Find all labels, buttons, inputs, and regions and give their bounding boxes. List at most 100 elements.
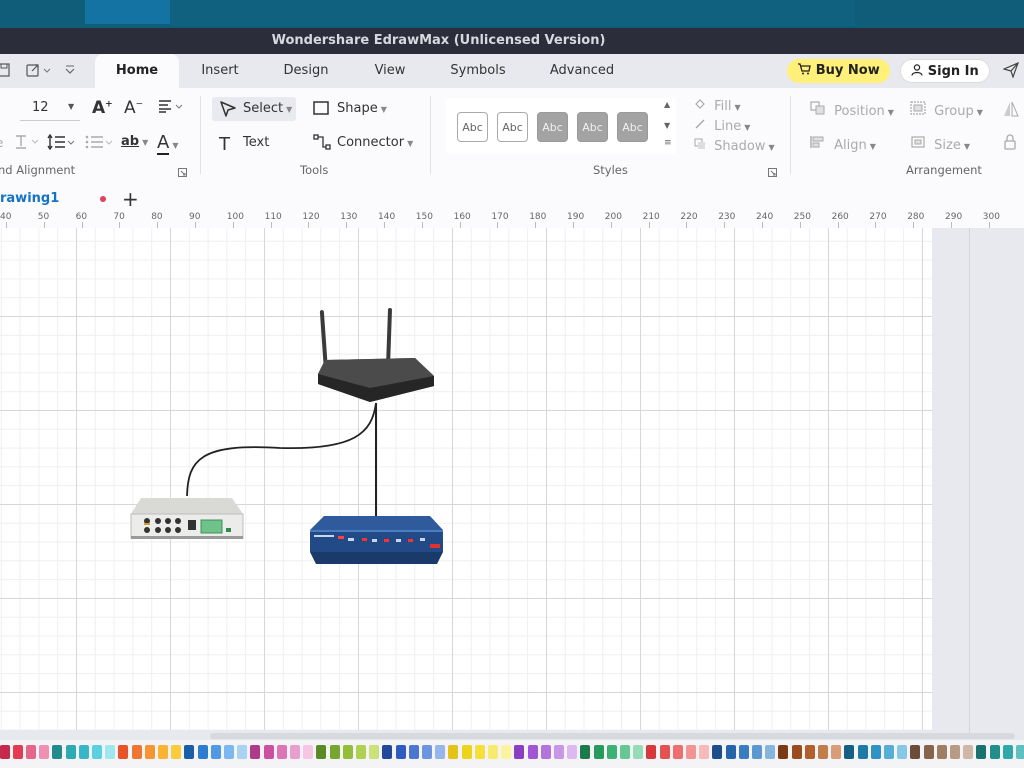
group-button[interactable]: Group ▼ [910, 101, 983, 119]
buy-now-button[interactable]: Buy Now [787, 59, 890, 83]
gallery-scroll-up-icon[interactable]: ▲ [664, 100, 670, 109]
style-sample[interactable]: Abc [537, 112, 568, 142]
shadow-button[interactable]: Shadow ▼ [694, 138, 775, 154]
color-swatch[interactable] [910, 745, 920, 759]
increase-font-icon[interactable]: A+ [92, 98, 113, 118]
color-swatch[interactable] [422, 745, 432, 759]
color-swatch[interactable] [13, 745, 23, 759]
send-icon[interactable] [1002, 61, 1020, 82]
color-swatch[interactable] [224, 745, 234, 759]
color-swatch[interactable] [871, 745, 881, 759]
color-swatch[interactable] [818, 745, 828, 759]
color-swatch[interactable] [198, 745, 208, 759]
style-sample[interactable]: Abc [497, 112, 528, 142]
color-swatch[interactable] [937, 745, 947, 759]
gallery-expand-icon[interactable]: ≡ [664, 138, 672, 148]
color-swatch[interactable] [237, 745, 247, 759]
color-swatch[interactable] [211, 745, 221, 759]
export-icon[interactable] [26, 63, 52, 81]
horizontal-scrollbar[interactable] [210, 733, 1015, 739]
color-swatch[interactable] [39, 745, 49, 759]
color-swatch[interactable] [356, 745, 366, 759]
tab-symbols[interactable]: Symbols [443, 54, 513, 88]
style-sample[interactable]: Abc [577, 112, 608, 142]
expand-styles-dialog-icon[interactable] [768, 166, 777, 181]
color-swatch[interactable] [924, 745, 934, 759]
color-swatch[interactable] [805, 745, 815, 759]
color-swatch[interactable] [514, 745, 524, 759]
color-swatch[interactable] [950, 745, 960, 759]
color-swatch[interactable] [382, 745, 392, 759]
color-swatch[interactable] [52, 745, 62, 759]
color-swatch[interactable] [475, 745, 485, 759]
color-swatch[interactable] [712, 745, 722, 759]
color-swatch[interactable] [673, 745, 683, 759]
color-swatch[interactable] [858, 745, 868, 759]
tab-home[interactable]: Home [95, 54, 179, 88]
canvas-area[interactable] [0, 228, 1024, 736]
color-swatch[interactable] [699, 745, 709, 759]
color-swatch[interactable] [26, 745, 36, 759]
color-swatch[interactable] [990, 745, 1000, 759]
color-swatch[interactable] [884, 745, 894, 759]
tab-design[interactable]: Design [275, 54, 337, 88]
color-swatch[interactable] [409, 745, 419, 759]
sign-in-button[interactable]: Sign In [900, 59, 990, 83]
color-swatch[interactable] [686, 745, 696, 759]
color-swatch[interactable] [976, 745, 986, 759]
format-paint-icon[interactable]: e [0, 136, 3, 150]
color-swatch[interactable] [171, 745, 181, 759]
decrease-font-icon[interactable]: A− [124, 98, 143, 118]
color-swatch[interactable] [752, 745, 762, 759]
font-size-select[interactable]: 12 ▼ [20, 98, 80, 121]
line-button[interactable]: Line ▼ [694, 118, 750, 134]
color-swatch[interactable] [396, 745, 406, 759]
rectangle-icon[interactable] [313, 101, 329, 119]
style-sample[interactable]: Abc [617, 112, 648, 142]
color-swatch[interactable] [264, 745, 274, 759]
align-button[interactable]: Align ▼ [810, 135, 876, 153]
line-spacing-icon[interactable] [47, 133, 75, 154]
color-swatch[interactable] [343, 745, 353, 759]
color-swatch[interactable] [594, 745, 604, 759]
color-swatch[interactable] [290, 745, 300, 759]
position-button[interactable]: Position ▼ [810, 101, 894, 119]
color-swatch[interactable] [528, 745, 538, 759]
connector-icon[interactable] [313, 134, 331, 154]
expand-font-dialog-icon[interactable] [178, 166, 187, 181]
color-swatch[interactable] [554, 745, 564, 759]
save-icon[interactable] [0, 63, 10, 81]
drawing-page[interactable] [0, 228, 932, 730]
color-swatch[interactable] [105, 745, 115, 759]
wireless-router[interactable] [318, 308, 434, 402]
color-swatch[interactable] [646, 745, 656, 759]
color-swatch[interactable] [792, 745, 802, 759]
color-swatch[interactable] [778, 745, 788, 759]
size-button[interactable]: Size ▼ [910, 135, 970, 153]
text-tool-icon[interactable]: T [219, 134, 230, 155]
network-switch[interactable] [310, 516, 443, 564]
color-swatch[interactable] [303, 745, 313, 759]
bullet-list-icon[interactable] [85, 134, 113, 154]
modem[interactable] [130, 498, 244, 539]
color-swatch[interactable] [277, 745, 287, 759]
quick-access-menu-icon[interactable] [64, 63, 76, 81]
color-swatch[interactable] [501, 745, 511, 759]
text-tool-button[interactable]: Text [243, 135, 269, 150]
font-color-icon[interactable]: A ▼ [157, 132, 178, 155]
color-swatch[interactable] [145, 745, 155, 759]
tab-view[interactable]: View [362, 54, 418, 88]
color-swatch[interactable] [541, 745, 551, 759]
color-swatch[interactable] [739, 745, 749, 759]
text-align-icon[interactable] [158, 99, 184, 117]
color-swatch[interactable] [158, 745, 168, 759]
color-swatch[interactable] [963, 745, 973, 759]
add-tab-icon[interactable]: + [122, 189, 139, 209]
text-highlight-icon[interactable]: ab ▼ [121, 134, 148, 149]
flip-icon[interactable] [1002, 100, 1020, 122]
color-swatch[interactable] [0, 745, 10, 759]
color-swatch[interactable] [580, 745, 590, 759]
color-swatch[interactable] [448, 745, 458, 759]
color-swatch[interactable] [250, 745, 260, 759]
color-swatch[interactable] [1003, 745, 1013, 759]
